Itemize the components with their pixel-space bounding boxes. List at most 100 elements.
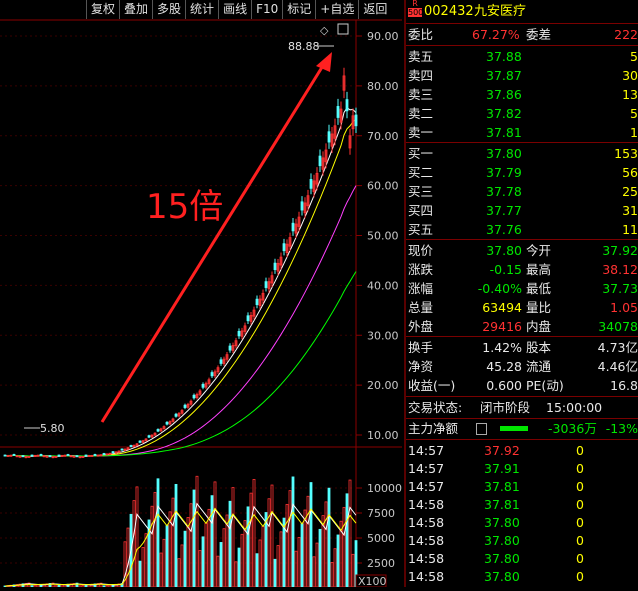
- volume-bar: [201, 536, 205, 588]
- volume-bar: [171, 497, 175, 588]
- toolbar-button-2[interactable]: 多股: [152, 0, 185, 19]
- quote-row: 外盘 29416 内盘 34078: [406, 317, 638, 336]
- bid-row: 买五 37.76 11: [406, 220, 638, 239]
- annotation-text: 15倍: [146, 187, 223, 227]
- trade-status-time: 15:00:00: [546, 400, 603, 415]
- main-flow-value: -3036万: [548, 421, 597, 436]
- volume-bar: [324, 501, 328, 588]
- volume-bar: [267, 498, 271, 588]
- candle-body: [192, 394, 196, 399]
- volume-bar: [153, 492, 157, 588]
- candle-body: [291, 222, 295, 232]
- trade-status-row: 交易状态: 闭市阶段 15:00:00: [406, 398, 638, 417]
- volume-bar: [159, 552, 163, 588]
- price-tick-label: 30.00: [367, 329, 399, 342]
- volume-bar: [132, 500, 136, 588]
- main-flow-row[interactable]: 主力净额 -3036万 -13%: [406, 419, 638, 438]
- volume-bar: [141, 547, 145, 588]
- toolbar-button-8[interactable]: 返回: [358, 0, 391, 19]
- volume-bar: [312, 556, 316, 588]
- toolbar-button-4[interactable]: 画线: [218, 0, 251, 19]
- toolbar-button-3[interactable]: 统计: [185, 0, 218, 19]
- volume-bar: [300, 523, 304, 588]
- toolbar-button-0[interactable]: 复权: [86, 0, 119, 19]
- quote-panel: R 500 002432 九安医疗 委比 67.27% 委差 222 交易状态:…: [404, 0, 638, 587]
- price-tick-label: 70.00: [367, 130, 399, 143]
- bid-row: 买四 37.77 31: [406, 201, 638, 220]
- ratio-label: 委比: [408, 27, 434, 42]
- tick-time: 14:57: [408, 443, 445, 458]
- bid-label: 买四: [408, 203, 434, 218]
- ask-label: 卖一: [408, 125, 434, 140]
- volume-tick-label: 5000: [367, 532, 395, 545]
- candle-body: [120, 448, 124, 451]
- toolbar-button-7[interactable]: +自选: [315, 0, 358, 19]
- volume-bar: [219, 542, 223, 588]
- volume-bar: [330, 562, 334, 588]
- tick-volume: 0: [576, 443, 584, 458]
- candle-body: [66, 454, 70, 456]
- stats-value: 4.46亿: [597, 359, 638, 374]
- high-price-label: 88.88: [288, 40, 320, 53]
- window-toggle-icon[interactable]: [337, 23, 349, 35]
- diamond-icon[interactable]: ◇: [320, 24, 329, 37]
- candle-body: [264, 281, 268, 288]
- volume-bar: [255, 553, 259, 588]
- volume-bar: [192, 489, 196, 588]
- kline-chart-svg[interactable]: 90.00 80.00 70.00 60.00 50.00 40.00 30.00 20.00…: [0, 0, 402, 588]
- volume-bar: [279, 531, 283, 588]
- quote-value: 38.12: [602, 262, 638, 277]
- candle-body: [3, 454, 7, 457]
- price-tick-label: 90.00: [367, 30, 399, 43]
- volume-bar: [333, 548, 337, 588]
- quote-label: 最高: [526, 262, 552, 277]
- ask-price: 37.81: [486, 125, 522, 140]
- volume-bar: [309, 482, 313, 588]
- candle-body: [39, 454, 43, 456]
- stats-value: 4.73亿: [597, 340, 638, 355]
- ask-label: 卖五: [408, 49, 434, 64]
- candle-body: [183, 404, 187, 408]
- bid-price: 37.80: [486, 146, 522, 161]
- kline-chart-area[interactable]: 90.00 80.00 70.00 60.00 50.00 40.00 30.00 20.00…: [0, 0, 402, 588]
- candle-body: [129, 445, 133, 448]
- ask-row: 卖三 37.86 13: [406, 85, 638, 104]
- tick-row: 14:57 37.81 0: [406, 477, 638, 496]
- volume-bar: [210, 495, 214, 588]
- volume-bar: [195, 475, 199, 588]
- volume-bar: [231, 487, 235, 588]
- volume-bar: [174, 483, 178, 588]
- menu-icon[interactable]: [476, 423, 487, 435]
- ask-volume: 1: [630, 125, 638, 140]
- volume-bar: [150, 505, 154, 588]
- volume-bar: [204, 522, 208, 588]
- toolbar-button-5[interactable]: F10: [251, 0, 282, 19]
- volume-bar: [183, 530, 187, 588]
- quote-label: 最低: [526, 281, 552, 296]
- tick-row: 14:58 37.80 0: [406, 531, 638, 550]
- volume-bar: [198, 550, 202, 588]
- volume-bar: [261, 525, 265, 588]
- volume-bar: [237, 547, 241, 588]
- quote-label: 量比: [526, 300, 552, 315]
- quote-value: 37.73: [602, 281, 638, 296]
- candle-body: [48, 455, 52, 458]
- flow-bar: [500, 426, 528, 431]
- quote-label: 总量: [408, 300, 434, 315]
- tick-price: 37.91: [484, 461, 520, 476]
- price-tick-label: 10.00: [367, 429, 399, 442]
- toolbar-button-6[interactable]: 标记: [282, 0, 315, 19]
- tick-time: 14:58: [408, 497, 445, 512]
- volume-bar: [234, 561, 238, 588]
- badge-top: R: [412, 0, 418, 8]
- tick-price: 37.80: [484, 515, 520, 530]
- candle-body: [156, 429, 160, 432]
- bid-volume: 11: [622, 222, 638, 237]
- tick-time: 14:58: [408, 569, 445, 584]
- toolbar-button-1[interactable]: 叠加: [119, 0, 152, 19]
- candle-body: [75, 455, 79, 458]
- volume-bar: [240, 533, 244, 588]
- quote-row: 涨跌 -0.15 最高 38.12: [406, 260, 638, 279]
- trade-status-value: 闭市阶段: [480, 400, 531, 415]
- stats-label: 换手: [408, 340, 434, 355]
